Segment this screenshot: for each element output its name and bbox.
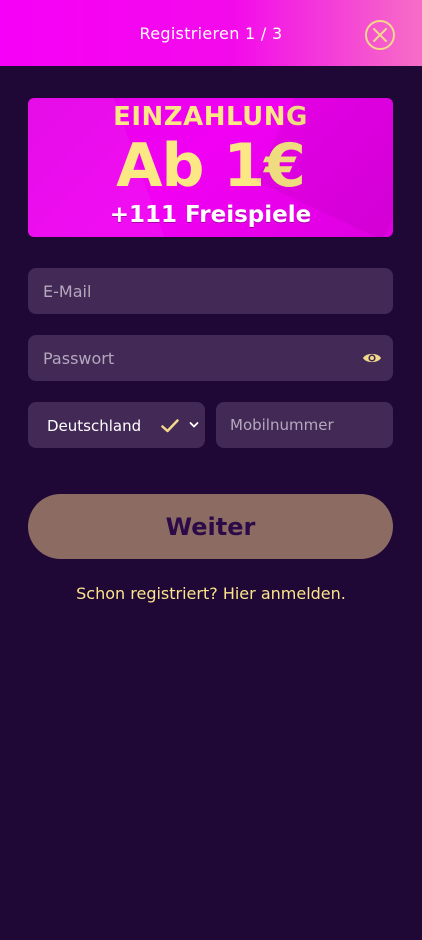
close-button[interactable] xyxy=(365,20,395,50)
email-field-wrapper xyxy=(28,268,393,314)
eye-icon[interactable] xyxy=(362,350,382,366)
page-title: Registrieren 1 / 3 xyxy=(139,23,283,43)
password-field-wrapper xyxy=(28,335,393,381)
password-field[interactable] xyxy=(28,335,393,381)
continue-button[interactable]: Weiter xyxy=(28,494,393,559)
chevron-down-icon xyxy=(189,422,199,428)
banner-freespins: +111 Freispiele xyxy=(109,202,312,228)
promo-banner: EINZAHLUNG Ab 1€ +111 Freispiele xyxy=(28,98,393,237)
email-field[interactable] xyxy=(28,268,393,314)
country-selected-value: Deutschland xyxy=(47,417,142,435)
login-link[interactable]: Schon registriert? Hier anmelden. xyxy=(0,584,422,603)
country-select[interactable]: Deutschland xyxy=(28,402,205,448)
close-icon xyxy=(373,28,387,42)
phone-field[interactable] xyxy=(216,402,393,448)
header-bar: Registrieren 1 / 3 xyxy=(0,0,422,66)
check-icon xyxy=(161,419,179,433)
banner-amount: Ab 1€ xyxy=(116,131,306,201)
phone-field-wrapper xyxy=(216,402,393,448)
